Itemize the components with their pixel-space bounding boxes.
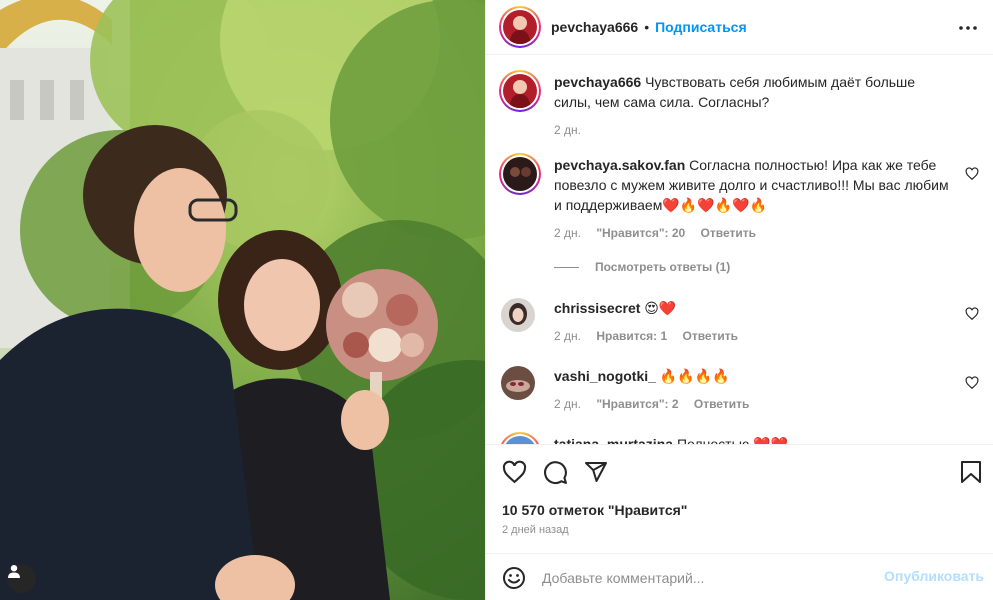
- follow-button[interactable]: Подписаться: [655, 19, 747, 35]
- comment-likes[interactable]: "Нравится": 20: [596, 226, 685, 240]
- comment-avatar[interactable]: [501, 298, 535, 332]
- comment-time[interactable]: 2 дн.: [554, 329, 581, 343]
- avatar-image: [503, 157, 537, 191]
- save-button[interactable]: [958, 459, 984, 485]
- caption-username[interactable]: pevchaya666: [554, 74, 641, 90]
- author-username[interactable]: pevchaya666: [551, 19, 638, 35]
- caption-time[interactable]: 2 дн.: [554, 123, 581, 137]
- like-button[interactable]: [501, 459, 527, 485]
- emoji-icon: [503, 567, 525, 589]
- avatar-image: [501, 298, 535, 332]
- more-options-icon: [959, 26, 977, 30]
- reply-button[interactable]: Ответить: [694, 397, 749, 411]
- post-header: pevchaya666 • Подписаться: [486, 0, 993, 55]
- comment-username[interactable]: vashi_nogotki_: [554, 368, 656, 384]
- heart-icon[interactable]: [965, 307, 979, 321]
- author-avatar[interactable]: [499, 6, 541, 48]
- post-photo[interactable]: [0, 0, 485, 600]
- comment-avatar[interactable]: [499, 153, 541, 195]
- more-options-button[interactable]: [956, 16, 980, 40]
- comments-list[interactable]: pevchaya666 Чувствовать себя любимым даё…: [486, 56, 993, 444]
- comment-time[interactable]: 2 дн.: [554, 397, 581, 411]
- heart-icon: [502, 460, 526, 483]
- divider: [554, 266, 579, 268]
- heart-icon[interactable]: [965, 167, 979, 181]
- comment-avatar[interactable]: [499, 432, 541, 444]
- post-time[interactable]: 2 дней назад: [502, 524, 569, 536]
- likes-count[interactable]: 10 570 отметок "Нравится": [502, 502, 687, 518]
- avatar-image: [503, 74, 537, 108]
- comment-likes[interactable]: "Нравится": 2: [596, 397, 678, 411]
- bookmark-icon: [961, 461, 981, 483]
- reply-button[interactable]: Ответить: [701, 226, 756, 240]
- comment-text: 🔥🔥🔥🔥: [659, 368, 730, 384]
- avatar-image: [503, 436, 537, 444]
- post-actions: 10 570 отметок "Нравится" 2 дней назад О…: [486, 444, 993, 599]
- view-replies-label: Посмотреть ответы (1): [595, 260, 731, 274]
- heart-icon[interactable]: [965, 376, 979, 390]
- post-viewer: pevchaya666 • Подписаться pevchaya666 Чу…: [0, 0, 993, 600]
- comment-username[interactable]: tatiana_murtazina: [554, 436, 673, 444]
- comment-icon: [543, 460, 567, 484]
- reply-button[interactable]: Ответить: [683, 329, 738, 343]
- share-icon: [585, 462, 607, 482]
- tagged-users-button[interactable]: [7, 564, 36, 593]
- comment-text: Полностью ❤️❤️: [676, 436, 789, 444]
- comment-username[interactable]: pevchaya.sakov.fan: [554, 157, 685, 173]
- comment-avatar[interactable]: [501, 366, 535, 400]
- user-icon: [8, 565, 20, 578]
- photo-image: [0, 0, 485, 600]
- view-replies-button[interactable]: Посмотреть ответы (1): [554, 260, 730, 274]
- add-comment-bar: Опубликовать: [486, 553, 993, 600]
- post-side-panel: pevchaya666 • Подписаться pevchaya666 Чу…: [485, 0, 993, 600]
- publish-button[interactable]: Опубликовать: [884, 568, 984, 584]
- comment-time[interactable]: 2 дн.: [554, 226, 581, 240]
- avatar-image: [501, 366, 535, 400]
- comment-username[interactable]: chrissisecret: [554, 300, 640, 316]
- emoji-button[interactable]: [502, 566, 526, 590]
- avatar-image: [503, 10, 537, 44]
- comment-likes[interactable]: Нравится: 1: [596, 329, 667, 343]
- separator-dot: •: [644, 19, 650, 35]
- caption-avatar[interactable]: [499, 70, 541, 112]
- comment-text: 😍❤️: [644, 300, 677, 316]
- comment-button[interactable]: [542, 459, 568, 485]
- share-button[interactable]: [583, 459, 609, 485]
- comment-input[interactable]: [542, 566, 872, 590]
